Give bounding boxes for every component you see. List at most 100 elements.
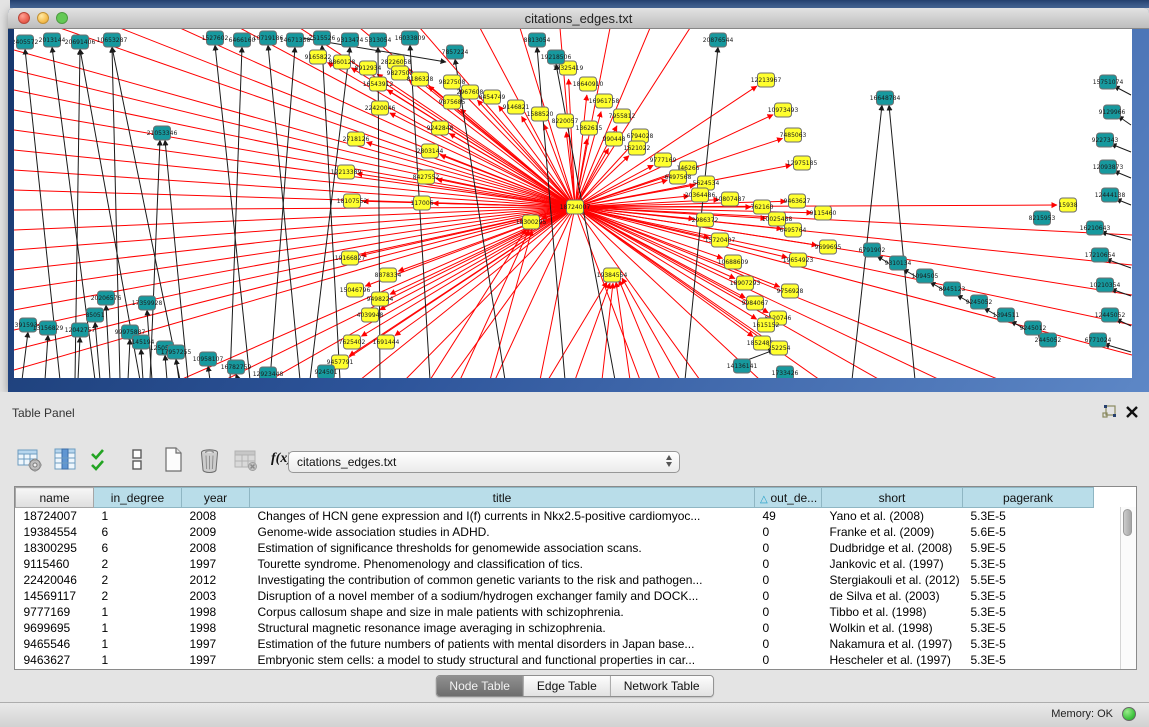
network-node[interactable]: 17210654	[1085, 248, 1116, 262]
network-node[interactable]: 14136141	[727, 359, 758, 373]
network-node[interactable]: 2013144	[39, 33, 66, 47]
table-mode-icon[interactable]	[16, 446, 43, 473]
column-header-year[interactable]: year	[182, 488, 250, 508]
network-node[interactable]: 9146821	[503, 100, 530, 114]
network-node[interactable]: 6791902	[859, 243, 886, 257]
network-node[interactable]: 18107552	[337, 194, 368, 208]
network-node[interactable]: 9115460	[810, 206, 837, 220]
network-node[interactable]: 9984067	[742, 296, 769, 310]
close-panel-icon[interactable]	[1124, 404, 1140, 420]
tab-edge-table[interactable]: Edge Table	[523, 676, 610, 696]
network-node[interactable]: 7485063	[780, 128, 807, 142]
table-selector-dropdown[interactable]: citations_edges.txt	[288, 451, 680, 473]
table-row[interactable]: 977716911998Corpus callosum shape and si…	[16, 604, 1094, 620]
network-node[interactable]: 16782759	[221, 360, 252, 374]
network-node[interactable]: 8878334	[375, 268, 402, 282]
network-view[interactable]: 1872400791658228860128891293428226058982…	[14, 29, 1132, 378]
show-columns-icon[interactable]	[52, 446, 79, 473]
network-node[interactable]: 12213967	[751, 73, 782, 87]
network-node[interactable]: 10653287	[97, 33, 128, 47]
network-node[interactable]: 16648784	[870, 91, 901, 105]
network-node[interactable]: 8813054	[524, 33, 551, 47]
network-node[interactable]: 7955812	[609, 109, 636, 123]
network-node[interactable]: 19654923	[783, 253, 814, 267]
network-node[interactable]: 12923448	[253, 367, 284, 378]
tab-network-table[interactable]: Network Table	[610, 676, 713, 696]
table-row[interactable]: 1938455462009Genome-wide association stu…	[16, 524, 1094, 540]
network-node[interactable]: 1394511	[993, 308, 1020, 322]
network-node[interactable]: 12444138	[1095, 188, 1126, 202]
network-node[interactable]: 9699695	[815, 240, 842, 254]
network-node[interactable]: 12093873	[1093, 160, 1124, 174]
network-node[interactable]: 10210354	[1090, 278, 1121, 292]
scrollbar-thumb[interactable]	[1123, 509, 1132, 536]
network-node[interactable]: 8220057	[552, 114, 579, 128]
network-node[interactable]: 8860128	[329, 55, 356, 69]
network-node[interactable]: 10958107	[193, 352, 224, 366]
table-row[interactable]: 969969511998Structural magnetic resonanc…	[16, 620, 1094, 636]
network-node[interactable]: 924501	[315, 365, 338, 378]
network-node[interactable]: 1733426	[772, 366, 799, 378]
network-node[interactable]: 20206576	[91, 291, 122, 305]
network-node[interactable]: 16543912	[363, 77, 394, 91]
table-row[interactable]: 1456911722003Disruption of a novel membe…	[16, 588, 1094, 604]
network-node[interactable]: 9756928	[777, 284, 804, 298]
network-node[interactable]: 8215953	[1029, 211, 1056, 225]
network-node[interactable]: 20876544	[703, 33, 734, 47]
column-header-pagerank[interactable]: pagerank	[963, 488, 1094, 508]
table-row[interactable]: 911546021997Tourette syndrome. Phenomeno…	[16, 556, 1094, 572]
network-node[interactable]: 10807487	[715, 192, 746, 206]
network-node[interactable]: 9129966	[1099, 105, 1126, 119]
new-column-icon[interactable]	[160, 446, 187, 473]
network-node[interactable]: 6466160	[229, 33, 256, 47]
table-row[interactable]: 1830029562008Estimation of significance …	[16, 540, 1094, 556]
delete-column-trash-icon[interactable]	[196, 446, 223, 473]
network-node[interactable]: 15046796	[340, 283, 371, 297]
network-node[interactable]: 9165822	[305, 50, 332, 64]
network-node[interactable]: 9310134	[885, 256, 912, 270]
network-node[interactable]: 16033809	[395, 31, 426, 45]
network-node[interactable]: 1527602	[202, 31, 229, 45]
table-scrollbar[interactable]	[1120, 507, 1136, 669]
network-node[interactable]: 18640910	[573, 77, 604, 91]
network-node[interactable]: 15938	[1058, 198, 1077, 212]
float-panel-icon[interactable]	[1101, 404, 1117, 420]
network-node[interactable]: 8945123	[939, 282, 966, 296]
network-node[interactable]: 252254	[768, 341, 791, 355]
network-node[interactable]: 8427552	[413, 170, 440, 184]
network-node[interactable]: 117006	[411, 196, 434, 210]
network-node[interactable]: 1588520	[527, 107, 554, 121]
column-header-short[interactable]: short	[822, 488, 963, 508]
network-node[interactable]: 9245052	[966, 295, 993, 309]
network-canvas[interactable]: 1872400791658228860128891293428226058982…	[14, 29, 1132, 378]
network-node[interactable]: 9498224	[367, 292, 394, 306]
column-header-name[interactable]: name	[16, 488, 94, 508]
network-node[interactable]: 2405572	[14, 35, 39, 49]
select-all-checkmarks-icon[interactable]	[88, 446, 115, 473]
table-row[interactable]: 2242004622012Investigating the contribut…	[16, 572, 1094, 588]
network-node[interactable]: 1691444	[373, 335, 400, 349]
tab-node-table[interactable]: Node Table	[436, 676, 523, 696]
network-node[interactable]: 14671358	[280, 33, 311, 47]
network-node[interactable]: 12042757	[65, 323, 96, 337]
column-header-title[interactable]: title	[250, 488, 755, 508]
column-header-in_degree[interactable]: in_degree	[94, 488, 182, 508]
column-header-out_degree[interactable]: △ out_de...	[755, 488, 822, 508]
network-node[interactable]: 12975185	[787, 156, 818, 170]
network-window-titlebar[interactable]: citations_edges.txt	[8, 8, 1149, 29]
network-node[interactable]: 1094505	[912, 269, 939, 283]
unselect-rows-icon[interactable]	[124, 446, 151, 473]
network-node[interactable]: 1362615	[576, 121, 603, 135]
network-node[interactable]: 12445052	[1095, 308, 1126, 322]
table-row[interactable]: 946362711997Embryonic stem cells: a mode…	[16, 652, 1094, 668]
network-node[interactable]: 85051	[85, 308, 104, 322]
table-row[interactable]: 1872400712008Changes of HCN gene express…	[16, 508, 1094, 525]
network-node[interactable]: 22420046	[365, 101, 396, 115]
network-node[interactable]: 15751074	[1093, 75, 1124, 89]
network-node[interactable]: 7625402	[339, 335, 366, 349]
network-node[interactable]: 990448	[603, 132, 626, 146]
table-row[interactable]: 946554611997Estimation of the future num…	[16, 636, 1094, 652]
network-node[interactable]: 19166827	[335, 251, 366, 265]
network-node[interactable]: 20691406	[65, 35, 96, 49]
network-node[interactable]: 16961758	[589, 94, 620, 108]
